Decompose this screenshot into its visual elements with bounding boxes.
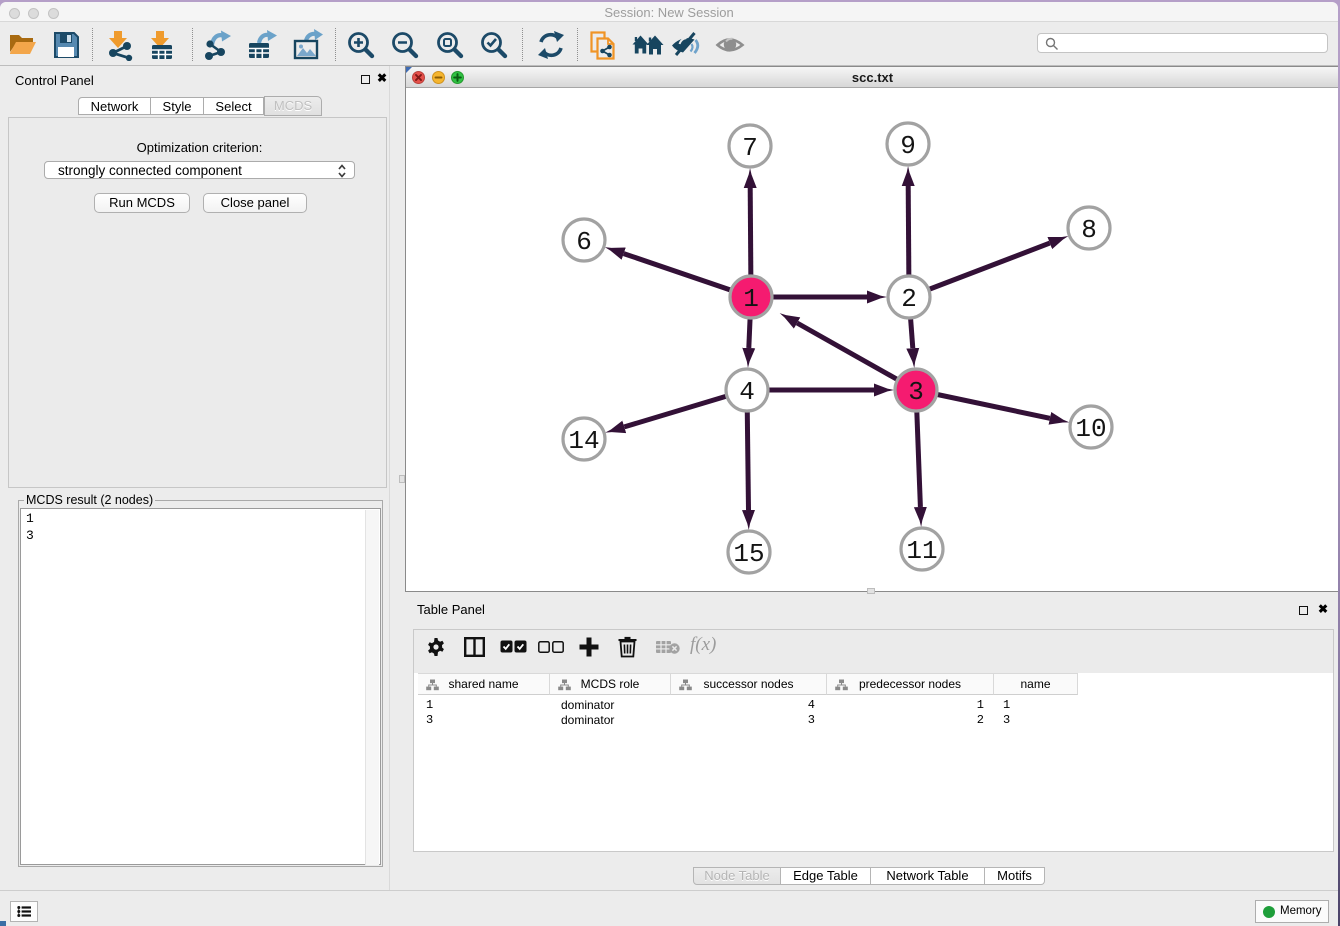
- svg-text:2: 2: [901, 284, 917, 314]
- svg-text:14: 14: [568, 426, 599, 456]
- svg-text:6: 6: [576, 227, 592, 257]
- svg-text:10: 10: [1075, 414, 1106, 444]
- svg-text:9: 9: [900, 131, 916, 161]
- svg-text:7: 7: [742, 133, 758, 163]
- svg-text:11: 11: [906, 536, 937, 566]
- svg-text:3: 3: [908, 377, 924, 407]
- svg-text:8: 8: [1081, 215, 1097, 245]
- svg-text:4: 4: [739, 377, 755, 407]
- svg-text:15: 15: [733, 539, 764, 569]
- svg-text:1: 1: [743, 284, 759, 314]
